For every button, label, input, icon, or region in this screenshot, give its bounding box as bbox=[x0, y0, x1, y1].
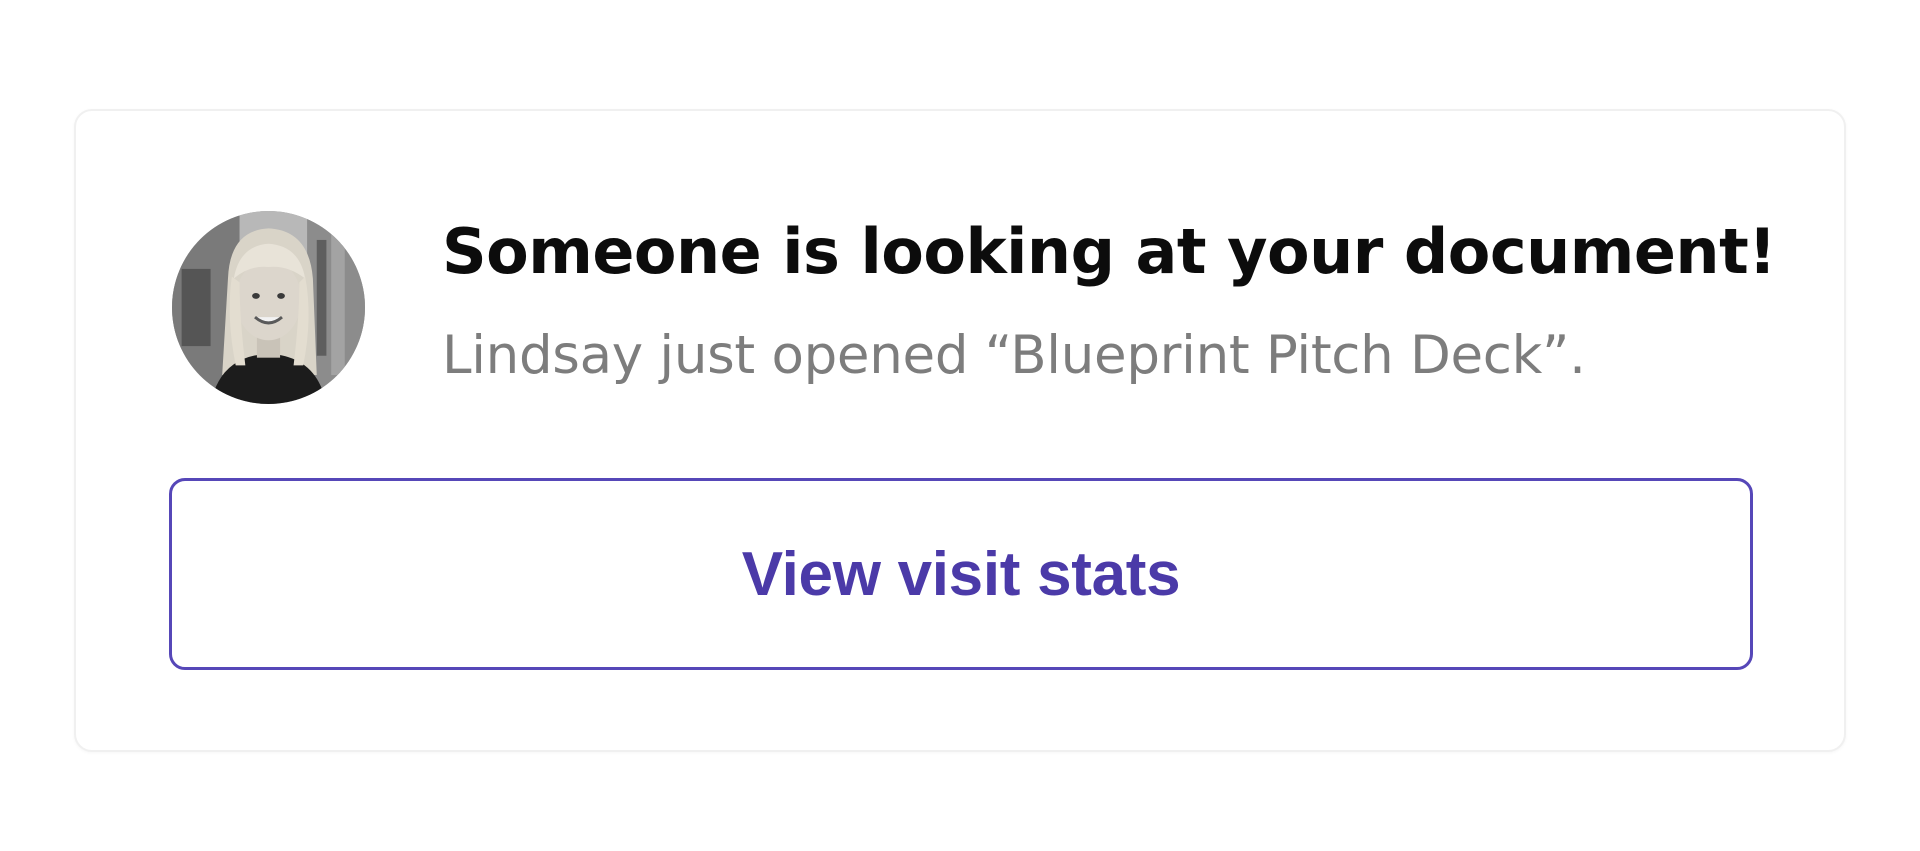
notification-card: Someone is looking at your document! Lin… bbox=[74, 109, 1846, 752]
notification-title: Someone is looking at your document! bbox=[442, 215, 1776, 288]
avatar bbox=[172, 211, 365, 404]
view-visit-stats-button[interactable]: View visit stats bbox=[169, 478, 1753, 670]
user-photo-icon bbox=[172, 211, 365, 404]
notification-message: Lindsay just opened “Blueprint Pitch Dec… bbox=[442, 325, 1586, 386]
view-visit-stats-label: View visit stats bbox=[741, 539, 1181, 609]
